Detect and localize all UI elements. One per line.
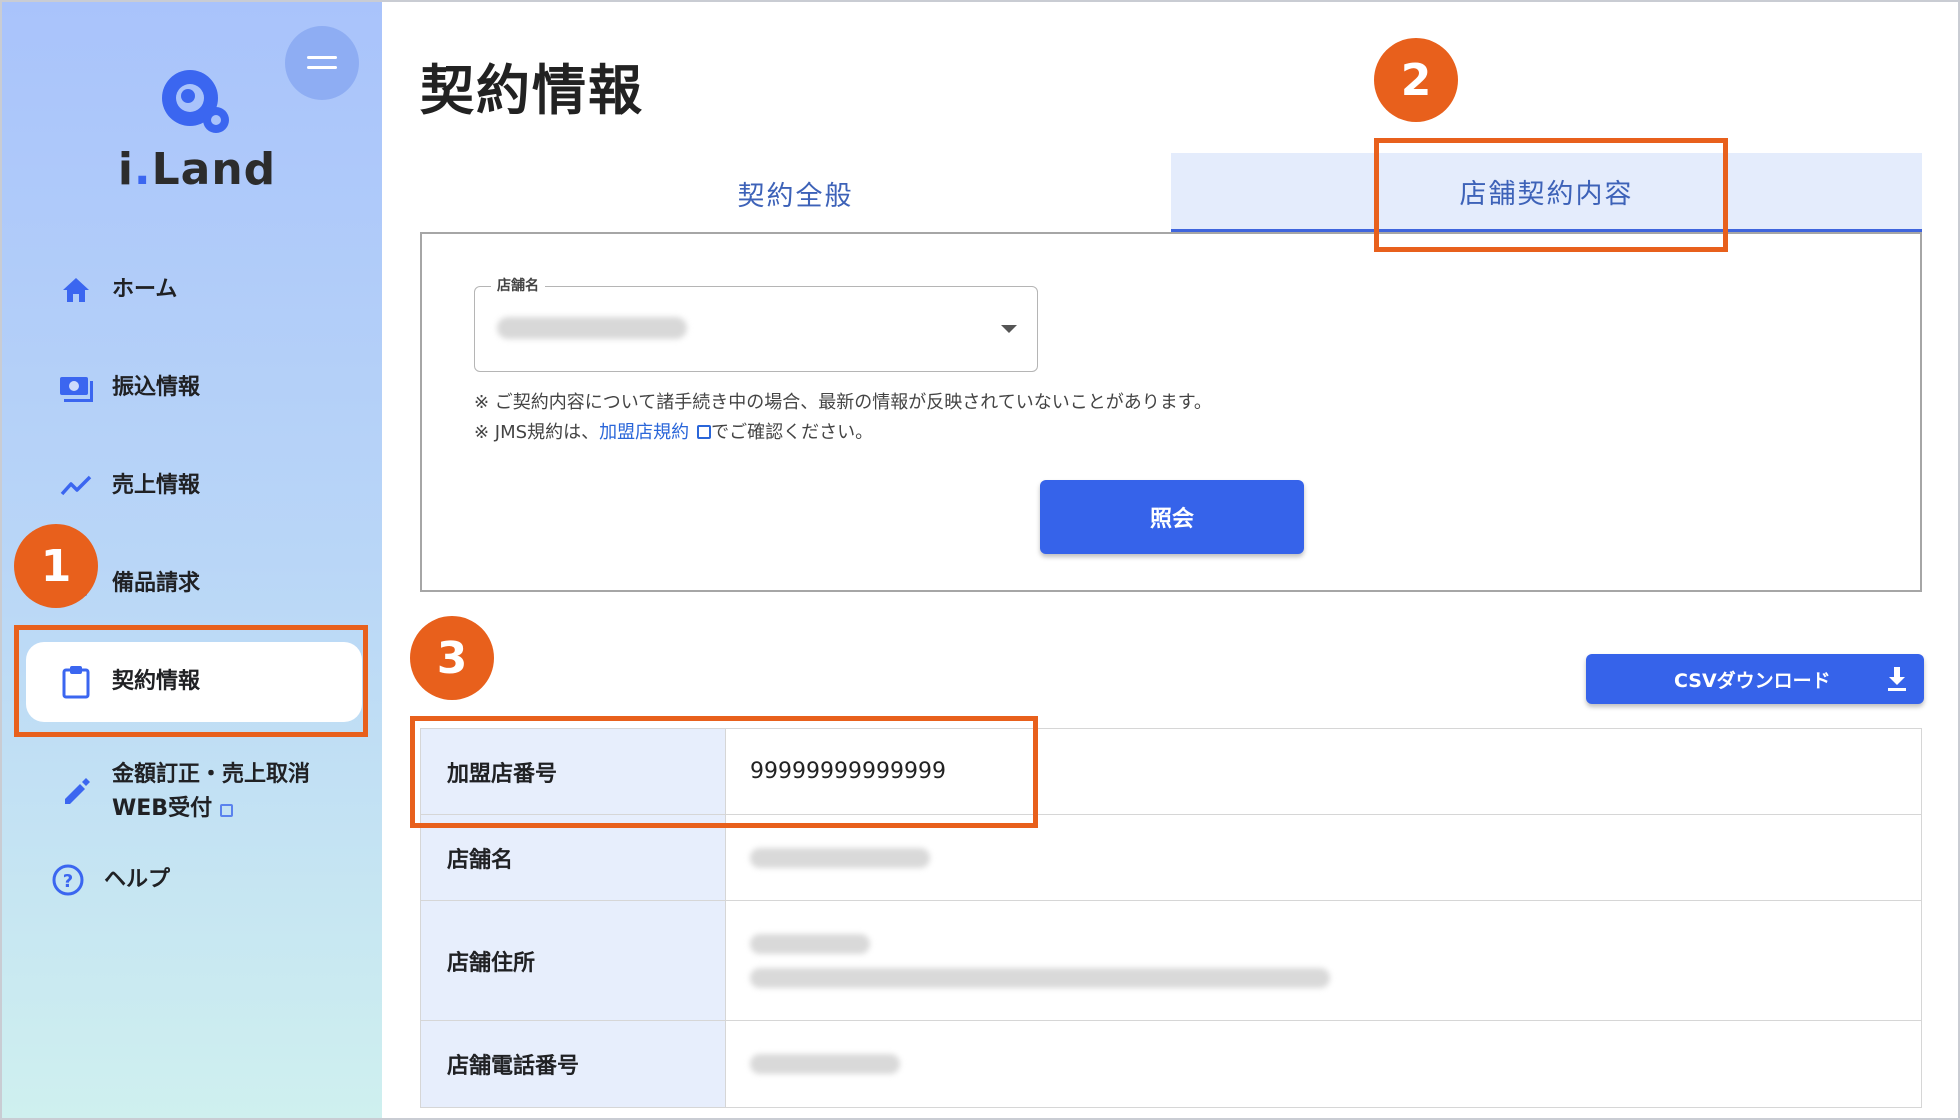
search-panel: 店舗名 ※ ご契約内容について諸手続き中の場合、最新の情報が反映されていないこと…	[420, 232, 1922, 592]
redacted-value	[750, 933, 870, 954]
pencil-icon	[58, 774, 94, 810]
row-header: 店舗電話番号	[421, 1021, 726, 1107]
highlight-box-2	[1374, 138, 1728, 252]
sidebar-item-correction[interactable]: 金額訂正・売上取消 WEB受付	[26, 742, 362, 842]
page-title: 契約情報	[420, 59, 644, 122]
help-icon: ?	[50, 862, 86, 898]
sidebar-item-transfer[interactable]: 振込情報	[26, 348, 362, 428]
store-select-value-redacted	[497, 317, 687, 339]
query-button[interactable]: 照会	[1040, 480, 1304, 554]
money-icon	[58, 370, 94, 406]
logo: i.Land	[112, 64, 282, 195]
merchant-terms-link[interactable]: 加盟店規約	[599, 422, 689, 443]
sidebar-item-home[interactable]: ホーム	[26, 250, 362, 330]
sidebar-item-label: 売上情報	[112, 472, 201, 498]
notice-text-1: ※ ご契約内容について諸手続き中の場合、最新の情報が反映されていないことがありま…	[474, 392, 1212, 413]
sidebar-item-sales[interactable]: 売上情報	[26, 446, 362, 526]
step-badge-1: 1	[14, 524, 98, 608]
sidebar-item-label: ホーム	[112, 276, 178, 302]
redacted-value	[750, 847, 930, 868]
highlight-box-3	[410, 716, 1038, 828]
external-link-icon	[697, 425, 712, 439]
tab-general[interactable]: 契約全般	[420, 153, 1171, 233]
caret-down-icon	[1001, 325, 1017, 333]
notice-text-2: ※ JMS規約は、加盟店規約 でご確認ください。	[474, 422, 874, 443]
redacted-value	[750, 967, 1330, 988]
redacted-value	[750, 1054, 900, 1074]
chart-line-icon	[58, 468, 94, 504]
external-link-icon	[220, 804, 234, 817]
sidebar-item-label: 金額訂正・売上取消 WEB受付	[112, 761, 311, 821]
logo-mark-icon	[162, 70, 229, 133]
logo-text: i.Land	[117, 144, 277, 195]
step-badge-3: 3	[410, 616, 494, 700]
home-icon	[58, 272, 94, 308]
csv-download-button[interactable]: CSVダウンロード	[1586, 654, 1924, 704]
sidebar-item-label: 振込情報	[112, 374, 201, 400]
svg-text:?: ?	[63, 871, 73, 892]
menu-toggle-button[interactable]	[285, 26, 359, 100]
table-row: 店舗電話番号	[421, 1021, 1921, 1107]
sidebar-item-label: 備品請求	[112, 570, 201, 596]
sidebar-item-label: ヘルプ	[104, 866, 171, 892]
hamburger-icon	[307, 56, 337, 69]
highlight-box-1	[14, 625, 368, 737]
store-select-label: 店舗名	[491, 275, 545, 295]
csv-download-label: CSVダウンロード	[1674, 669, 1831, 692]
download-icon	[1888, 667, 1906, 691]
sidebar-item-help[interactable]: ? ヘルプ	[18, 840, 354, 920]
store-select[interactable]: 店舗名	[474, 275, 1038, 372]
row-header: 店舗住所	[421, 901, 726, 1020]
step-badge-2: 2	[1374, 38, 1458, 122]
table-row: 店舗住所	[421, 901, 1921, 1021]
